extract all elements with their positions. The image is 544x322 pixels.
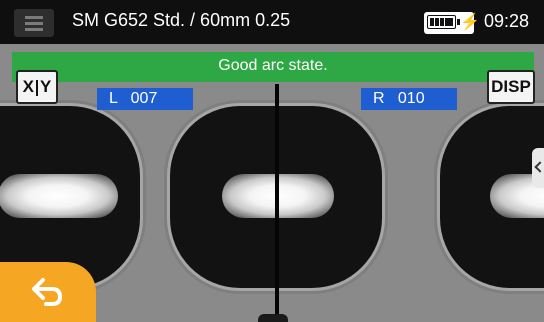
fiber-core xyxy=(0,174,118,218)
clock: 09:28 xyxy=(484,11,530,31)
back-button[interactable] xyxy=(0,262,96,322)
left-arc-counter: L 007 xyxy=(97,88,193,110)
fiber-end-left-outer xyxy=(0,106,140,288)
lightning-icon: ⚡ xyxy=(460,14,480,31)
splice-program-title: SM G652 Std. / 60mm 0.25 xyxy=(72,10,291,30)
xy-label-x: X xyxy=(22,77,34,96)
status-message: Good arc state. xyxy=(218,57,328,74)
back-arrow-icon xyxy=(32,278,62,306)
disp-button[interactable]: DISP xyxy=(487,70,535,104)
right-arc-counter: R 010 xyxy=(361,88,457,110)
status-bar: SM G652 Std. / 60mm 0.25 ⚡ 09:28 xyxy=(0,0,544,44)
menu-icon xyxy=(25,16,43,19)
fusion-splicer-screen: SM G652 Std. / 60mm 0.25 ⚡ 09:28 Good ar… xyxy=(0,0,544,322)
battery-charging-icon: ⚡ xyxy=(424,12,480,34)
center-divider xyxy=(275,84,279,322)
side-panel-tab[interactable] xyxy=(532,148,544,188)
bottom-drawer-handle[interactable] xyxy=(258,314,288,322)
status-message-bar: Good arc state. xyxy=(12,52,534,82)
xy-label-y: Y xyxy=(40,77,52,96)
xy-toggle-button[interactable]: XY xyxy=(16,70,58,104)
fiber-end-right-outer xyxy=(440,106,544,288)
menu-button[interactable] xyxy=(14,9,54,37)
